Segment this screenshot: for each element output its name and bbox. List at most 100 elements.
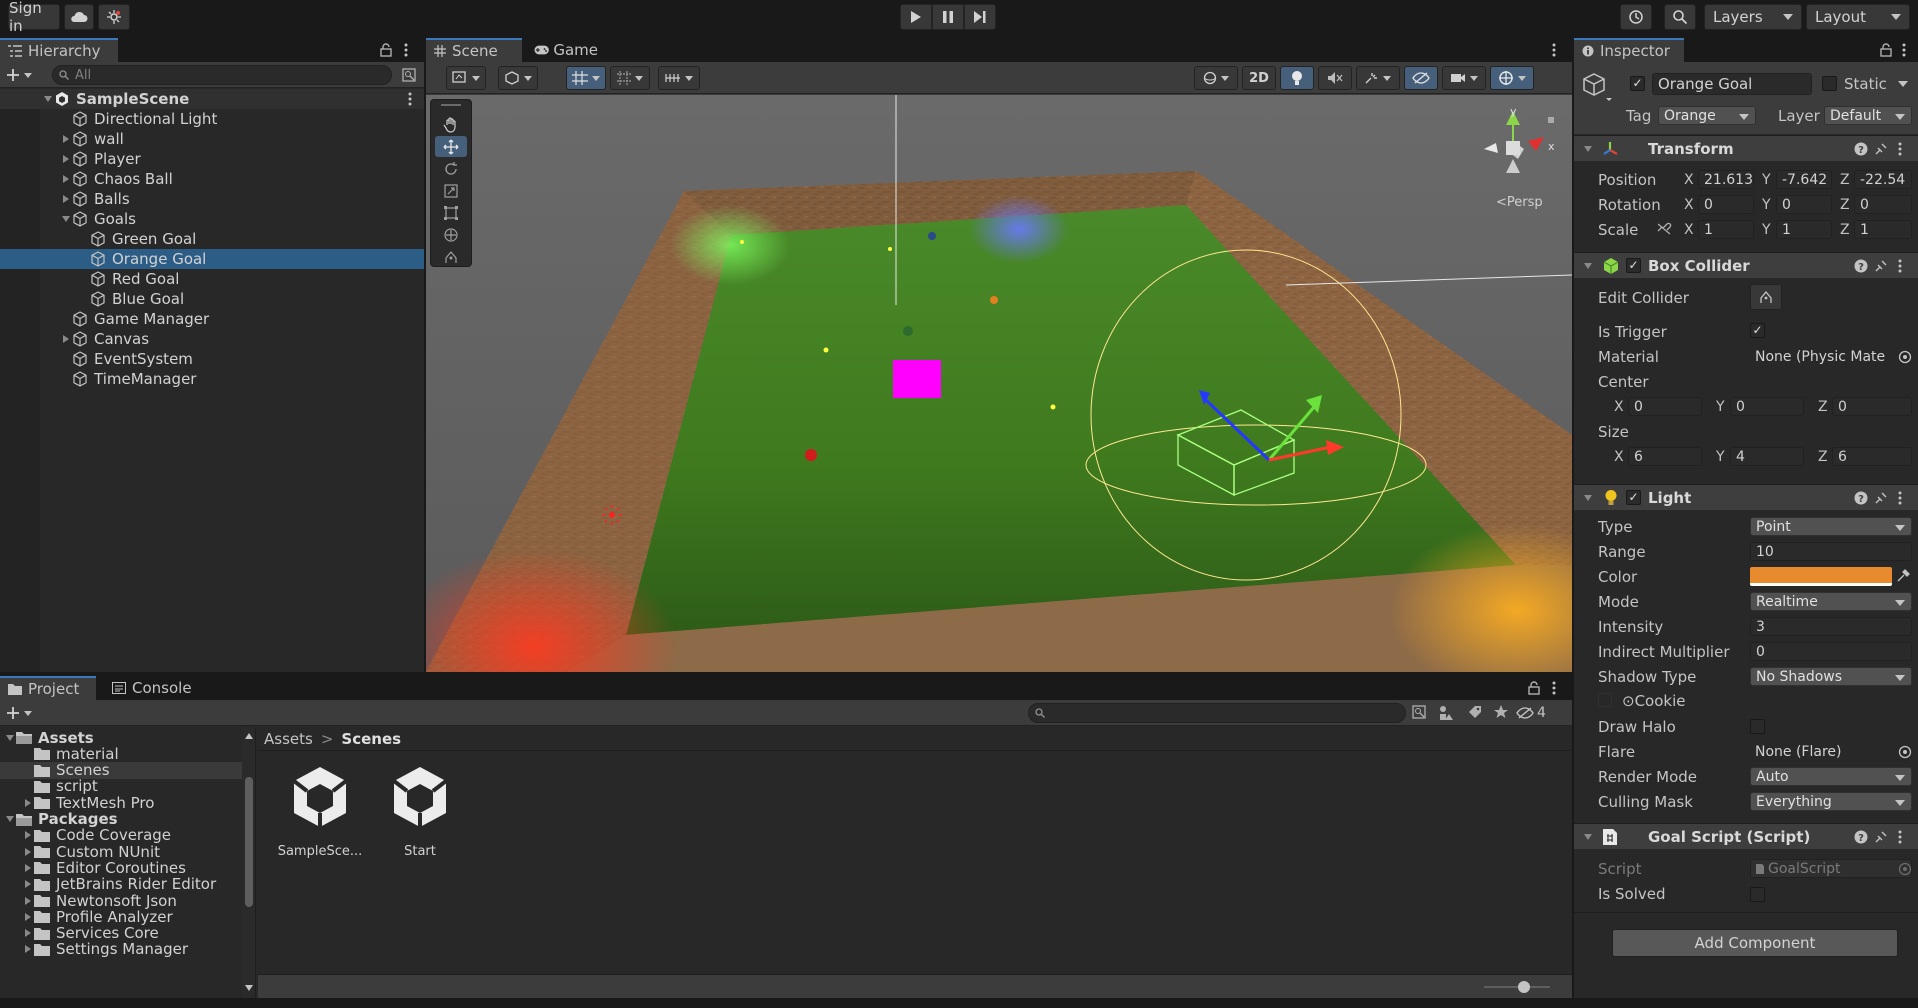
search-scope-icon[interactable]: [1412, 705, 1426, 719]
hidden-packages-toggle[interactable]: 4: [1516, 703, 1566, 723]
hierarchy-item[interactable]: Goals: [0, 209, 424, 229]
box-collider-header[interactable]: ✓ Box Collider ?: [1574, 252, 1918, 278]
fold-toggle[interactable]: [78, 249, 90, 269]
hierarchy-item[interactable]: Orange Goal: [0, 249, 424, 269]
project-tree-item[interactable]: Assets: [0, 729, 255, 747]
tab-hierarchy[interactable]: Hierarchy: [0, 38, 118, 62]
object-picker-icon[interactable]: [1898, 350, 1912, 364]
fold-toggle[interactable]: [78, 229, 90, 249]
scene-root-row[interactable]: SampleScene: [0, 89, 424, 109]
cloud-button[interactable]: [64, 4, 94, 30]
project-tree-item[interactable]: material: [0, 745, 255, 763]
rotation-x-field[interactable]: 0: [1698, 195, 1754, 214]
fold-toggle[interactable]: [22, 794, 34, 811]
constrain-proportions-icon[interactable]: [1656, 222, 1672, 236]
hierarchy-item[interactable]: Green Goal: [0, 229, 424, 249]
presets-icon[interactable]: [1874, 142, 1888, 156]
scene-visibility-icon[interactable]: [402, 68, 416, 82]
goal-script-header[interactable]: Goal Script (Script) ?: [1574, 823, 1918, 849]
hierarchy-item[interactable]: Chaos Ball: [0, 169, 424, 189]
scene-viewport[interactable]: y x <Persp: [426, 95, 1572, 672]
scale-tool[interactable]: [435, 180, 467, 201]
search-button[interactable]: [1664, 4, 1696, 30]
culling-mask-dropdown[interactable]: Everything: [1750, 792, 1912, 811]
tab-game[interactable]: Game: [526, 38, 606, 62]
fold-toggle[interactable]: [60, 209, 72, 229]
fold-toggle[interactable]: [1584, 146, 1592, 152]
hierarchy-item[interactable]: Canvas: [0, 329, 424, 349]
render-mode-dropdown[interactable]: Auto: [1750, 767, 1912, 786]
fold-toggle[interactable]: [22, 778, 34, 795]
light-enabled-checkbox[interactable]: ✓: [1626, 490, 1641, 505]
gizmos-dropdown[interactable]: [1490, 66, 1534, 90]
create-asset-button[interactable]: [6, 703, 40, 723]
render-mode-dropdown[interactable]: [498, 66, 538, 90]
size-y-field[interactable]: 4: [1730, 447, 1804, 466]
fold-toggle[interactable]: [22, 859, 34, 876]
fold-toggle[interactable]: [78, 289, 90, 309]
scale-y-field[interactable]: 1: [1776, 220, 1832, 239]
scroll-down-arrow[interactable]: [245, 985, 253, 991]
fold-toggle[interactable]: [60, 109, 72, 129]
fold-toggle[interactable]: [22, 892, 34, 909]
draw-mode-dropdown[interactable]: [446, 66, 486, 90]
mode-dropdown[interactable]: Realtime: [1750, 592, 1912, 611]
palette-handle[interactable]: [441, 104, 461, 106]
fold-toggle[interactable]: [60, 369, 72, 389]
scale-z-field[interactable]: 1: [1854, 220, 1912, 239]
fold-toggle[interactable]: [4, 729, 16, 746]
project-tree-item[interactable]: Custom NUnit: [0, 843, 255, 861]
increment-snap-dropdown[interactable]: [610, 66, 650, 90]
cookie-thumbnail[interactable]: [1598, 693, 1612, 707]
project-tree-item[interactable]: Packages: [0, 810, 255, 828]
help-icon[interactable]: ?: [1854, 830, 1868, 844]
create-button[interactable]: [6, 65, 40, 85]
active-checkbox[interactable]: ✓: [1630, 76, 1645, 91]
fold-toggle[interactable]: [1584, 263, 1592, 269]
tab-console[interactable]: Console: [104, 676, 204, 700]
fold-toggle[interactable]: [1584, 834, 1592, 840]
hand-tool[interactable]: [435, 114, 467, 135]
kebab-menu-icon[interactable]: [408, 92, 412, 106]
layer-dropdown[interactable]: Default: [1824, 106, 1912, 125]
hierarchy-item[interactable]: Balls: [0, 189, 424, 209]
static-checkbox[interactable]: [1822, 76, 1837, 91]
fold-toggle[interactable]: [60, 129, 72, 149]
hierarchy-item[interactable]: Red Goal: [0, 269, 424, 289]
fold-toggle[interactable]: [22, 941, 34, 958]
tab-scene[interactable]: Scene: [426, 38, 522, 62]
fold-toggle[interactable]: [22, 827, 34, 844]
project-tree-item[interactable]: Profile Analyzer: [0, 908, 255, 926]
fold-toggle[interactable]: [4, 811, 16, 828]
presets-icon[interactable]: [1874, 259, 1888, 273]
breadcrumb-root[interactable]: Assets: [264, 730, 313, 748]
position-x-field[interactable]: 21.613: [1698, 170, 1754, 189]
layers-dropdown[interactable]: Layers: [1704, 4, 1802, 30]
help-icon[interactable]: ?: [1854, 259, 1868, 273]
help-icon[interactable]: ?: [1854, 142, 1868, 156]
light-type-dropdown[interactable]: Point: [1750, 517, 1912, 536]
fold-toggle[interactable]: [22, 762, 34, 779]
fold-toggle[interactable]: [42, 89, 54, 109]
toggle-2d-button[interactable]: 2D: [1242, 66, 1276, 90]
project-tree-item[interactable]: JetBrains Rider Editor: [0, 875, 255, 893]
intensity-field[interactable]: 3: [1750, 617, 1912, 636]
color-swatch[interactable]: [1750, 567, 1892, 586]
fold-toggle[interactable]: [78, 269, 90, 289]
lock-icon[interactable]: [380, 43, 392, 57]
chevron-down-icon[interactable]: [1898, 81, 1908, 87]
object-picker-icon[interactable]: [1898, 745, 1912, 759]
kebab-menu-icon[interactable]: [1898, 259, 1902, 273]
tab-inspector[interactable]: Inspector: [1574, 38, 1684, 62]
fold-toggle[interactable]: [22, 908, 34, 925]
center-y-field[interactable]: 0: [1730, 397, 1804, 416]
pause-button[interactable]: [932, 4, 964, 30]
kebab-menu-icon[interactable]: [1898, 830, 1902, 844]
lock-icon[interactable]: [1528, 681, 1540, 695]
center-z-field[interactable]: 0: [1832, 397, 1912, 416]
project-tree-item[interactable]: TextMesh Pro: [0, 794, 255, 812]
kebab-menu-icon[interactable]: [1898, 142, 1902, 156]
indirect-multiplier-field[interactable]: 0: [1750, 642, 1912, 661]
fold-toggle[interactable]: [60, 169, 72, 189]
fold-toggle[interactable]: [22, 925, 34, 942]
